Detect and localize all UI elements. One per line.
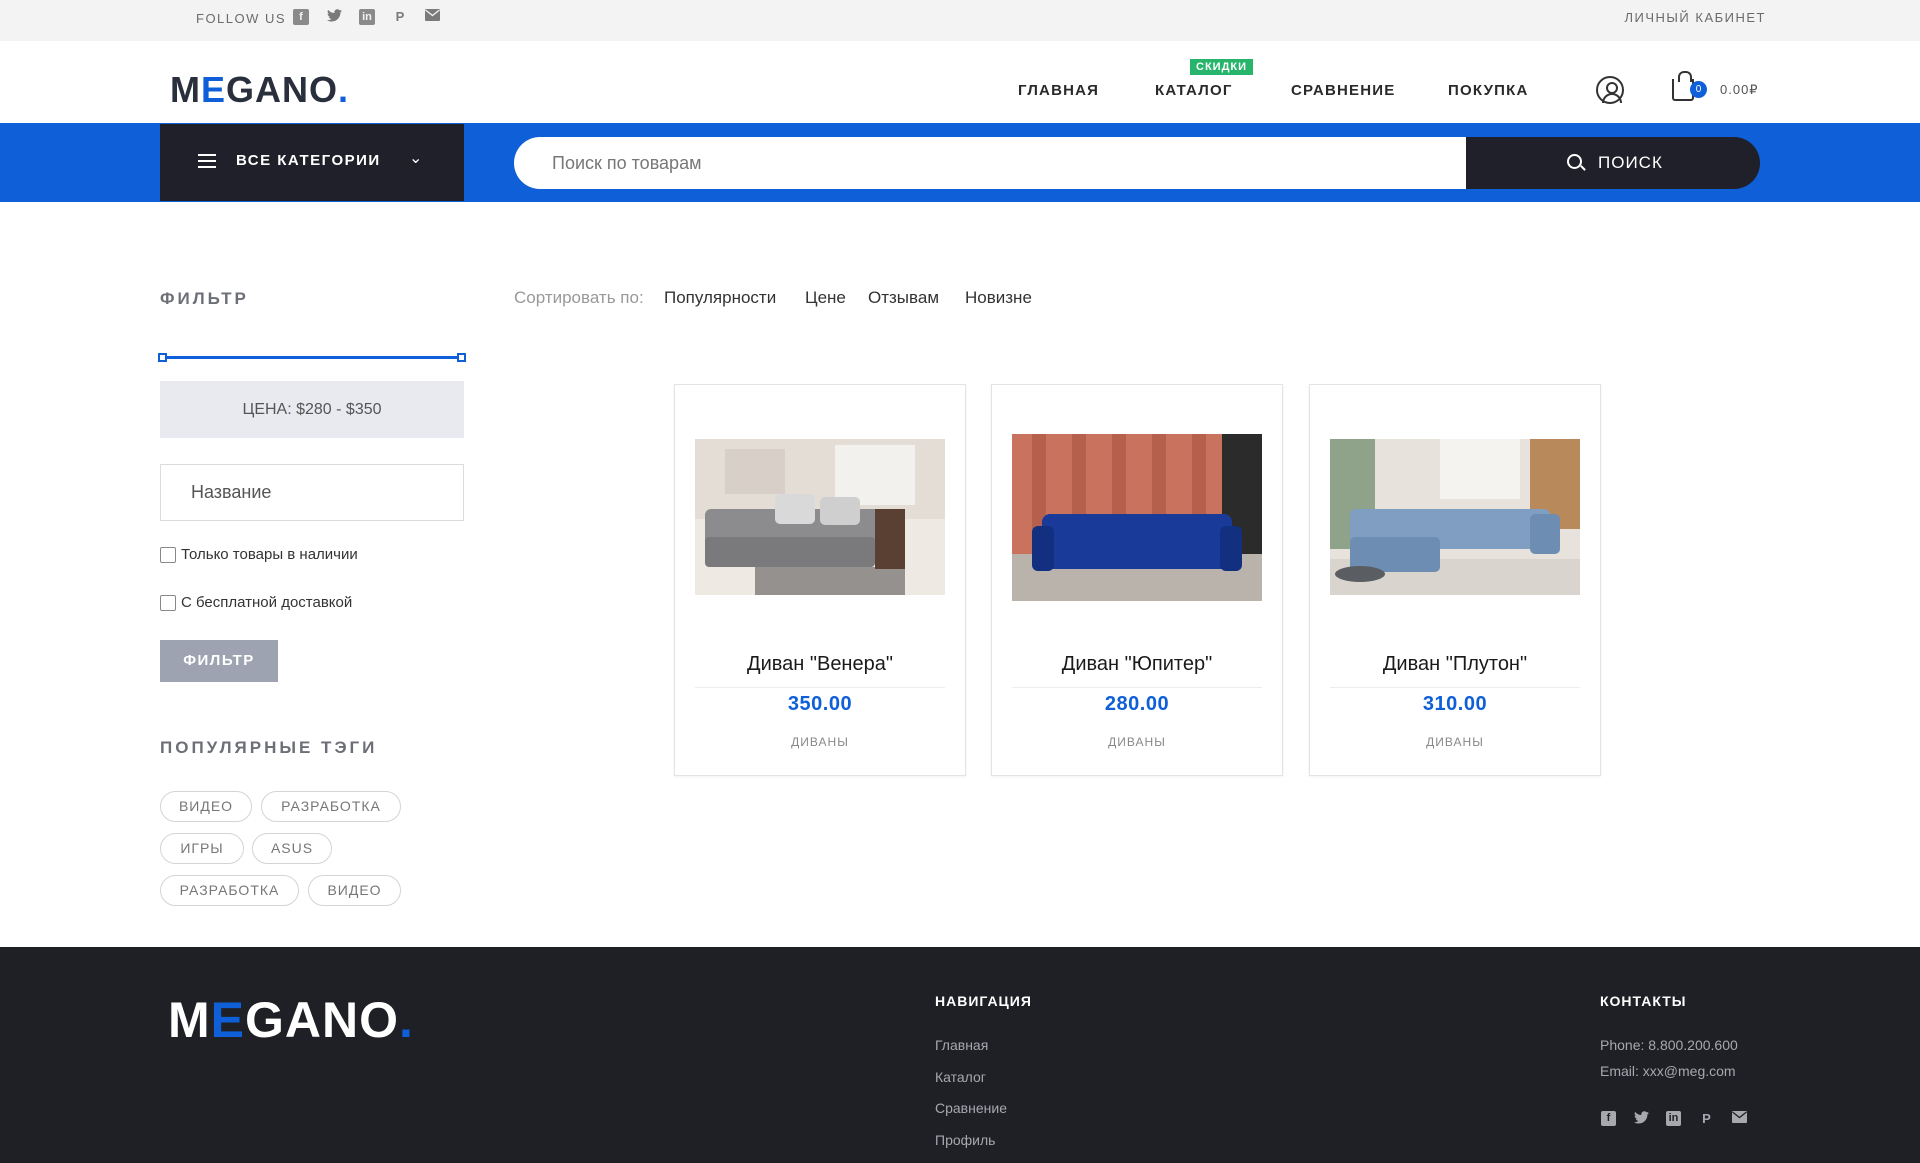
list-icon <box>198 154 216 168</box>
footer-phone: Phone: 8.800.200.600 <box>1600 1037 1738 1053</box>
search-input[interactable] <box>514 137 1466 189</box>
tag-item[interactable]: ВИДЕО <box>160 791 252 822</box>
chevron-down-icon: ⌄ <box>409 150 423 167</box>
search-field-wrapper <box>514 137 1466 189</box>
sort-reviews[interactable]: Отзывам <box>868 288 939 308</box>
footer-email[interactable]: Email: xxx@meg.com <box>1600 1063 1736 1079</box>
product-category[interactable]: ДИВАНЫ <box>992 735 1282 749</box>
footer-contacts-heading: КОНТАКТЫ <box>1600 993 1687 1009</box>
tag-item[interactable]: РАЗРАБОТКА <box>160 875 299 906</box>
sort-popularity[interactable]: Популярности <box>664 288 776 308</box>
sofa-shape <box>1042 514 1232 569</box>
logo[interactable]: MEGANO. <box>170 69 349 111</box>
footer: MEGANO. НАВИГАЦИЯ Главная Каталог Сравне… <box>0 947 1920 1163</box>
tag-item[interactable]: ВИДЕО <box>308 875 401 906</box>
user-icon[interactable] <box>1596 76 1624 104</box>
search-button-label: ПОИСК <box>1598 153 1663 172</box>
linkedin-icon[interactable]: in <box>1666 1111 1681 1126</box>
top-bar: FOLLOW US f in P ЛИЧНЫЙ КАБИНЕТ <box>0 0 1920 41</box>
mail-icon[interactable] <box>1732 1111 1747 1126</box>
pinterest-icon[interactable]: P <box>392 9 408 25</box>
filter-button[interactable]: ФИЛЬТР <box>160 640 278 682</box>
footer-logo[interactable]: MEGANO. <box>168 991 414 1049</box>
price-range-display: ЦЕНА: $280 - $350 <box>160 381 464 438</box>
nav-purchase[interactable]: ПОКУПКА <box>1448 82 1528 99</box>
name-field-wrapper <box>160 464 464 521</box>
tag-item[interactable]: РАЗРАБОТКА <box>261 791 401 822</box>
twitter-icon[interactable] <box>1634 1111 1649 1126</box>
main-header: MEGANO. ГЛАВНАЯ СКИДКИ КАТАЛОГ СРАВНЕНИЕ… <box>0 41 1920 123</box>
facebook-icon[interactable]: f <box>1601 1111 1616 1126</box>
divider <box>1012 687 1262 688</box>
footer-link-home[interactable]: Главная <box>935 1037 988 1053</box>
cart-total[interactable]: 0.00₽ <box>1720 82 1759 98</box>
sort-price[interactable]: Цене <box>805 288 846 308</box>
nav-compare[interactable]: СРАВНЕНИЕ <box>1291 82 1395 99</box>
cart-count-badge: 0 <box>1690 81 1707 98</box>
product-title[interactable]: Диван "Юпитер" <box>992 653 1282 676</box>
footer-link-compare[interactable]: Сравнение <box>935 1100 1007 1116</box>
account-link[interactable]: ЛИЧНЫЙ КАБИНЕТ <box>1624 10 1766 25</box>
price-slider-max-handle[interactable] <box>457 353 466 362</box>
footer-link-profile[interactable]: Профиль <box>935 1132 995 1148</box>
product-card[interactable]: Диван "Плутон" 310.00 ДИВАНЫ <box>1309 384 1601 776</box>
product-card[interactable]: Диван "Венера" 350.00 ДИВАНЫ <box>674 384 966 776</box>
search-button[interactable]: ПОИСК <box>1466 137 1760 189</box>
footer-link-catalog[interactable]: Каталог <box>935 1069 986 1085</box>
twitter-icon[interactable] <box>326 9 342 25</box>
search-icon <box>1567 154 1582 169</box>
mail-icon[interactable] <box>424 9 440 25</box>
sort-newest[interactable]: Новизне <box>965 288 1032 308</box>
price-slider-min-handle[interactable] <box>158 353 167 362</box>
product-price: 350.00 <box>787 693 853 715</box>
footer-nav-heading: НАВИГАЦИЯ <box>935 993 1032 1009</box>
divider <box>695 687 945 688</box>
all-categories-dropdown[interactable]: ВСЕ КАТЕГОРИИ ⌄ <box>160 124 464 201</box>
product-category[interactable]: ДИВАНЫ <box>675 735 965 749</box>
sale-badge: СКИДКИ <box>1190 59 1254 75</box>
sort-label: Сортировать по: <box>514 288 644 307</box>
product-image[interactable] <box>695 439 945 595</box>
nav-home[interactable]: ГЛАВНАЯ <box>1018 82 1099 99</box>
pinterest-icon[interactable]: P <box>1699 1111 1714 1126</box>
tag-item[interactable]: ИГРЫ <box>160 833 244 864</box>
price-slider-track[interactable] <box>162 356 462 359</box>
product-image[interactable] <box>1012 434 1262 601</box>
product-price: 280.00 <box>1104 693 1170 715</box>
in-stock-label: Только товары в наличии <box>181 546 358 563</box>
free-delivery-label: С бесплатной доставкой <box>181 594 353 611</box>
in-stock-checkbox[interactable] <box>160 547 176 563</box>
product-category[interactable]: ДИВАНЫ <box>1310 735 1600 749</box>
name-input[interactable] <box>161 465 463 520</box>
product-image[interactable] <box>1330 439 1580 595</box>
filter-heading: ФИЛЬТР <box>160 289 249 308</box>
free-delivery-checkbox[interactable] <box>160 595 176 611</box>
popular-tags-heading: ПОПУЛЯРНЫЕ ТЭГИ <box>160 738 378 757</box>
product-card[interactable]: Диван "Юпитер" 280.00 ДИВАНЫ <box>991 384 1283 776</box>
linkedin-icon[interactable]: in <box>359 9 375 25</box>
nav-catalog[interactable]: КАТАЛОГ <box>1155 82 1233 99</box>
product-title[interactable]: Диван "Плутон" <box>1310 653 1600 676</box>
divider <box>1330 687 1580 688</box>
follow-us-label: FOLLOW US <box>196 11 287 26</box>
product-price: 310.00 <box>1422 693 1488 715</box>
product-title[interactable]: Диван "Венера" <box>675 653 965 676</box>
facebook-icon[interactable]: f <box>293 9 309 25</box>
tag-item[interactable]: ASUS <box>252 833 332 864</box>
all-categories-label: ВСЕ КАТЕГОРИИ <box>236 152 381 169</box>
